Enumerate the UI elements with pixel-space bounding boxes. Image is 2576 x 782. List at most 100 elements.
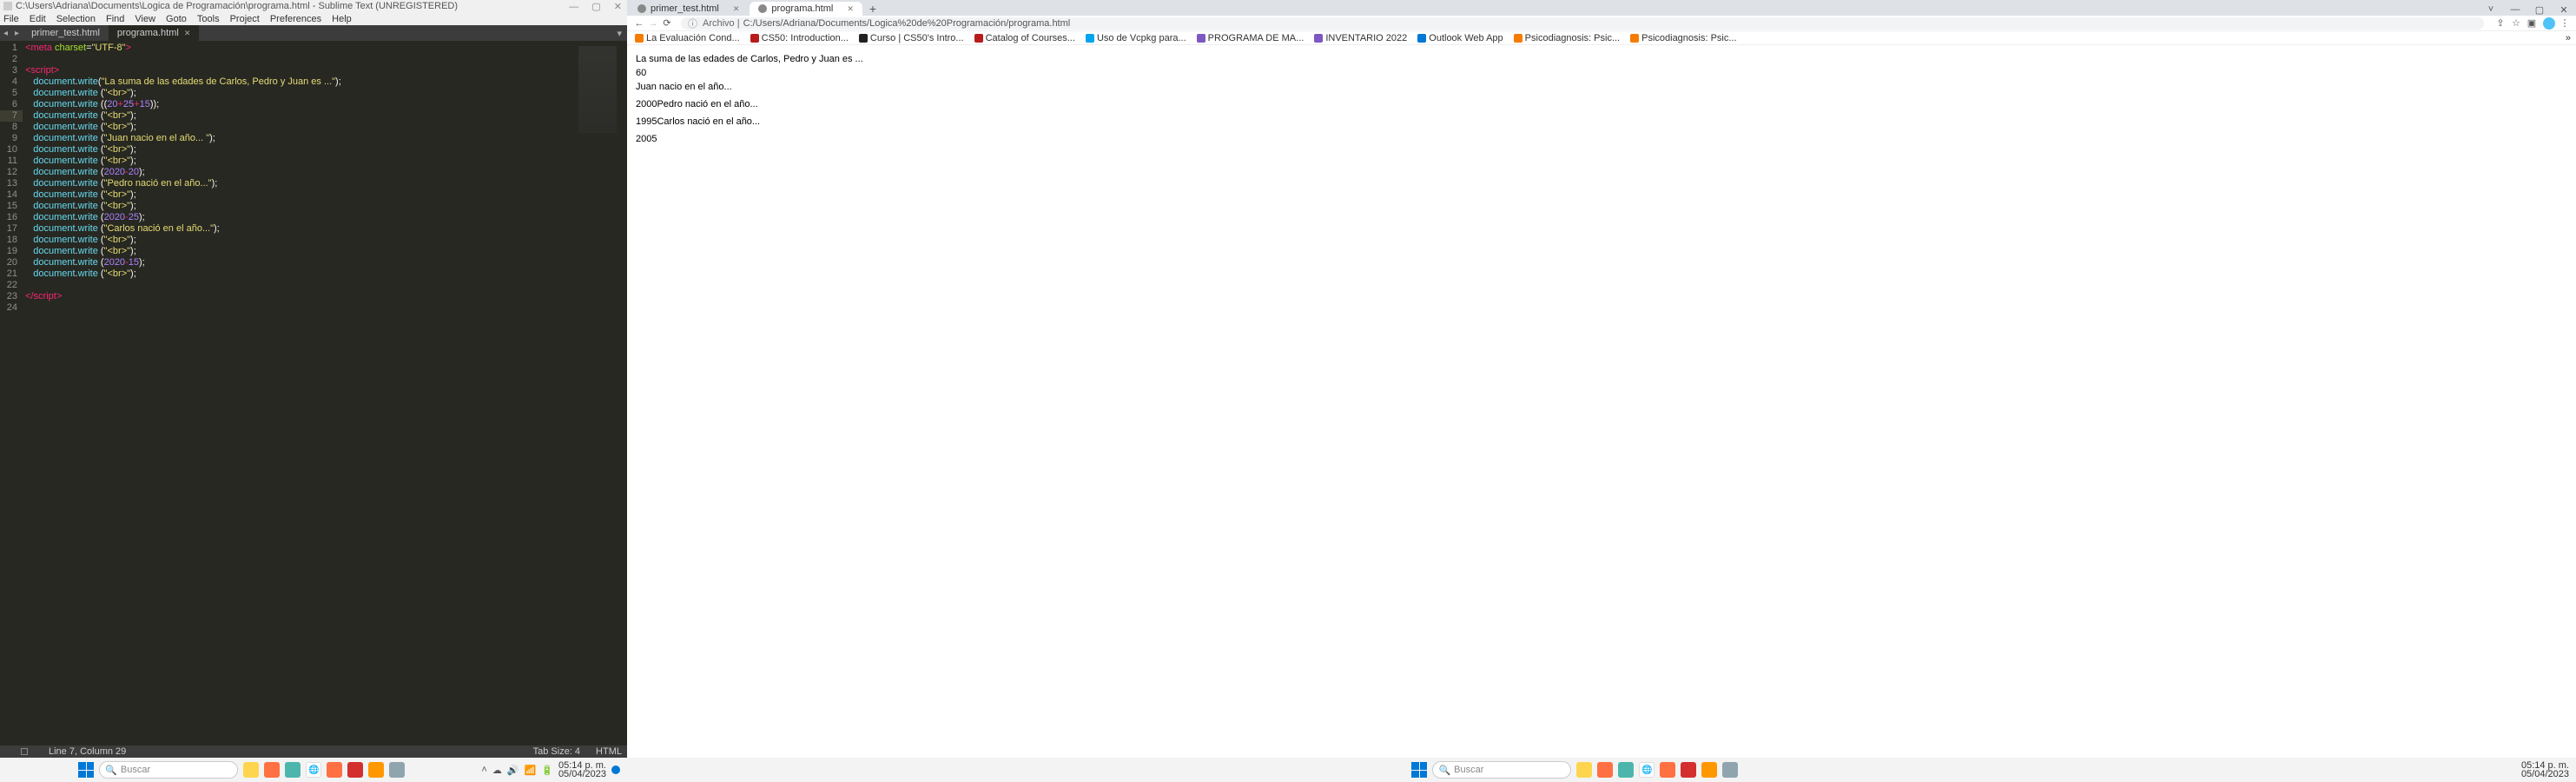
tab-nav-back-icon[interactable]: ◂ [0,29,11,38]
minimize-button[interactable]: — [569,2,578,12]
app-icon [3,2,12,10]
bookmark-favicon-icon [859,34,868,43]
sidepanel-icon[interactable]: ▣ [2526,17,2538,29]
maximize-button[interactable]: ▢ [2527,4,2552,16]
profile-avatar[interactable] [2543,17,2555,30]
bookmark-star-icon[interactable]: ☆ [2510,17,2522,29]
battery-icon[interactable]: 🔋 [541,765,553,776]
brave-icon[interactable] [327,762,342,778]
taskbar-right[interactable]: 🔍 Buscar 🌐 05:14 p. m. 05/04/2023 [627,758,2576,782]
taskbar-left[interactable]: 🔍 Buscar 🌐 ˄ ☁ 🔊 📶 🔋 05:14 p. m. [0,758,627,782]
menu-file[interactable]: File [3,14,19,24]
share-icon[interactable]: ⇪ [2494,17,2507,29]
onedrive-icon[interactable]: ☁ [492,765,502,776]
tab-primer-test[interactable]: primer_test.html [23,25,109,41]
chrome-icon[interactable]: 🌐 [1639,762,1655,778]
bookmark-item[interactable]: La Evaluación Cond... [632,33,743,43]
word-icon[interactable] [285,762,301,778]
menu-goto[interactable]: Goto [166,14,187,24]
taskbar-search[interactable]: 🔍 Buscar [99,761,238,779]
bookmark-item[interactable]: PROGRAMA DE MA... [1194,33,1307,43]
tab-nav-fwd-icon[interactable]: ▸ [11,29,23,38]
clock[interactable]: 05:14 p. m. 05/04/2023 [558,761,606,779]
bookmark-label: Curso | CS50's Intro... [870,33,964,43]
notification-icon[interactable] [611,765,620,774]
minimap[interactable] [575,41,627,746]
chrome-icon[interactable]: 🌐 [306,762,321,778]
bookmark-label: CS50: Introduction... [762,33,849,43]
app-icon-red[interactable] [347,762,363,778]
bookmark-item[interactable]: Psicodiagnosis: Psic... [1628,33,1739,43]
menu-preferences[interactable]: Preferences [270,14,321,24]
kebab-menu-icon[interactable]: ⋮ [2559,17,2571,29]
bookmarks-overflow-icon[interactable]: » [2566,33,2571,43]
tab-close-icon[interactable]: ✕ [184,29,191,38]
bookmark-item[interactable]: Psicodiagnosis: Psic... [1511,33,1622,43]
favicon-icon [637,4,646,13]
taskbar-search[interactable]: 🔍 Buscar [1432,761,1571,779]
word-icon[interactable] [1618,762,1634,778]
close-button[interactable]: ✕ [614,2,622,12]
back-button[interactable]: ← [632,18,646,29]
sublime-icon[interactable] [1701,762,1717,778]
favicon-icon [758,4,767,13]
bookmark-item[interactable]: Outlook Web App [1415,33,1505,43]
bookmark-item[interactable]: Curso | CS50's Intro... [856,33,967,43]
status-syntax[interactable]: HTML [596,746,622,757]
settings-icon[interactable] [389,762,405,778]
bookmark-item[interactable]: Uso de Vcpkg para... [1083,33,1189,43]
bookmark-label: PROGRAMA DE MA... [1208,33,1305,43]
gutter: 123456789101112131415161718192021222324 [0,41,23,746]
wifi-icon[interactable]: 📶 [525,765,537,776]
app-icon-red[interactable] [1681,762,1696,778]
tab-close-icon[interactable]: ✕ [847,4,854,14]
tab-overflow-icon[interactable]: ▾ [611,28,627,39]
titlebar[interactable]: C:\Users\Adriana\Documents\Logica de Pro… [0,0,627,12]
code-area[interactable]: <meta charset="UTF-8"> <script> document… [23,41,575,746]
maximize-button[interactable]: ▢ [591,2,600,12]
panel-switcher-icon[interactable] [21,748,28,755]
bookmark-label: Psicodiagnosis: Psic... [1641,33,1736,43]
tab-close-icon[interactable]: ✕ [733,4,740,14]
chevron-down-icon[interactable]: ˅ [2479,4,2503,16]
tray-chevron-icon[interactable]: ˄ [481,765,486,775]
explorer-icon[interactable] [243,762,259,778]
close-button[interactable]: ✕ [2552,4,2576,16]
clock[interactable]: 05:14 p. m. 05/04/2023 [2521,761,2569,779]
bookmark-item[interactable]: CS50: Introduction... [748,33,851,43]
volume-icon[interactable]: 🔊 [507,765,519,776]
bookmark-item[interactable]: Catalog of Courses... [972,33,1078,43]
start-button[interactable] [1411,762,1427,778]
bookmark-favicon-icon [1417,34,1426,43]
forward-button[interactable]: → [646,18,660,29]
new-tab-button[interactable]: + [862,2,883,16]
menu-help[interactable]: Help [332,14,352,24]
menu-tools[interactable]: Tools [197,14,220,24]
menu-find[interactable]: Find [106,14,124,24]
start-button[interactable] [78,762,94,778]
chrome-tab-primer[interactable]: primer_test.html ✕ [629,2,748,16]
reload-button[interactable]: ⟳ [660,17,674,29]
powerpoint-icon[interactable] [1597,762,1613,778]
menu-selection[interactable]: Selection [56,14,96,24]
chrome-tab-programa[interactable]: programa.html ✕ [750,2,862,16]
bookmark-item[interactable]: INVENTARIO 2022 [1311,33,1410,43]
explorer-icon[interactable] [1576,762,1592,778]
sublime-icon[interactable] [368,762,384,778]
menu-project[interactable]: Project [230,14,260,24]
menubar: File Edit Selection Find View Goto Tools… [0,12,627,25]
menu-view[interactable]: View [135,14,155,24]
powerpoint-icon[interactable] [264,762,280,778]
url-input[interactable]: ⓘ Archivo | C:/Users/Adriana/Documents/L… [681,17,2484,30]
status-tabsize[interactable]: Tab Size: 4 [533,746,580,757]
site-info-icon[interactable]: ⓘ [688,17,697,30]
editor[interactable]: 123456789101112131415161718192021222324 … [0,41,627,746]
settings-icon[interactable] [1722,762,1738,778]
system-tray[interactable]: ˄ ☁ 🔊 📶 🔋 05:14 p. m. 05/04/2023 [481,761,620,779]
minimize-button[interactable]: — [2503,4,2527,16]
tab-programa[interactable]: programa.html ✕ [109,25,199,41]
status-cursor: Line 7, Column 29 [49,746,126,757]
system-tray[interactable]: 05:14 p. m. 05/04/2023 [2521,761,2569,779]
menu-edit[interactable]: Edit [30,14,46,24]
brave-icon[interactable] [1660,762,1675,778]
